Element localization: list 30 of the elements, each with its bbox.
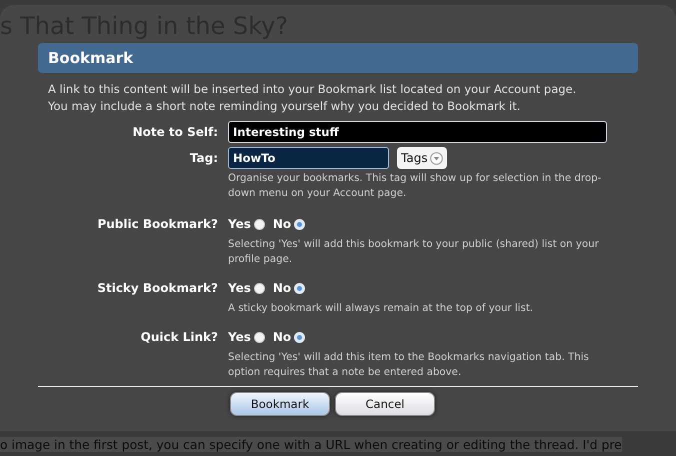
field-label: Note to Self: [132,124,218,141]
dialog-title: Bookmark [38,43,638,73]
radio-button[interactable] [254,218,265,230]
radio-button[interactable] [254,332,265,342]
field-hint: Organise your bookmarks. This tag will show up for selection in the drop-down menu on your Account page. [228,172,602,201]
radio-button[interactable] [294,282,306,294]
caret-icon [430,152,443,164]
post-text: o image in the first post, you can specify one with a URL when creating or editing the thread. I'd pre [0,437,622,452]
tag-field[interactable]: HowTo [228,147,389,169]
field-hint: A sticky bookmark will always remain at the top of your list. [228,302,534,316]
cancel-button[interactable]: Cancel [335,392,435,416]
option-label: No [272,330,292,344]
field-hint: Selecting 'Yes' will add this bookmark to your public (shared) list on your profile page. [228,238,600,267]
note-field[interactable]: Interesting stuff [228,121,607,143]
tags-dropdown[interactable]: Tags [397,147,447,169]
field-label: Quick Link? [140,329,218,346]
option-label: No [272,217,292,231]
radio-button[interactable] [294,332,306,342]
field-label: Tag: [188,150,218,167]
dialog-intro: A link to this content will be inserted into your Bookmark list located on your Account page. You may include a short note reminding yourself why you decided to Bookmark it. [47,81,578,115]
field-label: Public Bookmark? [96,216,218,233]
radio-button[interactable] [254,282,265,294]
option-label: No [272,281,292,295]
radio-button[interactable] [294,218,306,230]
option-label: Yes [228,330,251,344]
option-label: Yes [228,217,251,231]
bookmark-button[interactable]: Bookmark [230,392,330,416]
option-label: Yes [228,281,251,295]
field-label: Sticky Bookmark? [96,280,218,297]
field-hint: Selecting 'Yes' will add this item to the Bookmarks navigation tab. This option requires that a note be entered above. [228,351,590,380]
